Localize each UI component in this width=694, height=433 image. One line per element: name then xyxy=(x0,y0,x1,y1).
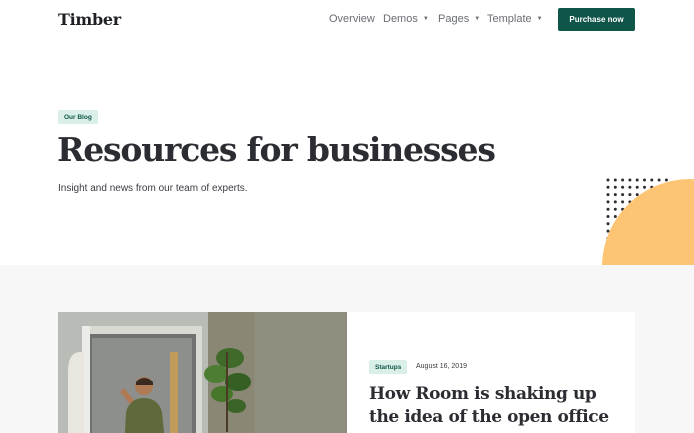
nav-item-template[interactable]: Template ▼ xyxy=(487,13,543,25)
dot xyxy=(643,185,646,189)
dot xyxy=(606,222,610,226)
dot xyxy=(657,178,661,182)
dot xyxy=(621,185,625,189)
orange-circle-shape xyxy=(602,179,694,265)
site-logo[interactable]: Timber xyxy=(58,10,121,29)
dot xyxy=(635,185,639,189)
post-date: August 16, 2019 xyxy=(416,363,467,370)
featured-post-image[interactable] xyxy=(58,312,347,433)
nav-item-pages[interactable]: Pages ▼ xyxy=(438,13,480,25)
nav-item-overview-label: Overview xyxy=(329,13,375,25)
category-tag[interactable]: Startups xyxy=(369,360,408,374)
nav-item-pages-label: Pages xyxy=(438,13,470,25)
dot xyxy=(606,229,610,233)
dot xyxy=(628,193,632,197)
dot xyxy=(606,200,610,204)
dot xyxy=(664,178,668,182)
dot xyxy=(650,178,654,182)
dot xyxy=(613,185,617,189)
dot xyxy=(613,207,617,211)
dot xyxy=(606,207,610,211)
dot xyxy=(606,215,610,218)
dot xyxy=(613,200,617,204)
page-title: Resources for businesses xyxy=(57,130,496,169)
dot xyxy=(621,178,625,182)
purchase-now-button[interactable]: Purchase now xyxy=(558,8,635,31)
caret-down-icon: ▼ xyxy=(474,16,481,22)
dot xyxy=(628,185,632,189)
top-navigation: Timber Overview Demos ▼ Pages ▼ Template… xyxy=(0,0,694,40)
decorative-dots-and-circle xyxy=(602,178,694,265)
caret-down-icon: ▼ xyxy=(536,16,543,22)
dot xyxy=(606,178,610,182)
dot xyxy=(613,215,617,218)
hero-section: Our Blog Resources for businesses Insigh… xyxy=(0,40,694,265)
featured-post-card[interactable]: Startups August 16, 2019 How Room is sha… xyxy=(58,312,635,433)
nav-item-demos-label: Demos xyxy=(383,13,418,25)
caret-down-icon: ▼ xyxy=(422,16,429,22)
dot xyxy=(613,193,617,197)
our-blog-badge: Our Blog xyxy=(58,110,98,124)
page-subtitle: Insight and news from our team of expert… xyxy=(58,183,248,194)
office-photo-illustration xyxy=(58,312,347,433)
dot xyxy=(621,200,625,204)
dot xyxy=(628,178,632,182)
dot xyxy=(643,178,646,182)
blog-content-section: Startups August 16, 2019 How Room is sha… xyxy=(0,265,694,433)
nav-item-template-label: Template xyxy=(487,13,532,25)
dot xyxy=(635,193,639,197)
dot xyxy=(606,193,610,197)
post-title-link[interactable]: How Room is shaking up the idea of the o… xyxy=(369,383,629,429)
dot xyxy=(613,178,617,182)
nav-item-demos[interactable]: Demos ▼ xyxy=(383,13,429,25)
dot xyxy=(621,193,625,197)
featured-post-body: Startups August 16, 2019 How Room is sha… xyxy=(347,312,635,433)
dot xyxy=(635,178,639,182)
nav-item-overview[interactable]: Overview xyxy=(329,13,375,25)
dot xyxy=(606,185,610,189)
